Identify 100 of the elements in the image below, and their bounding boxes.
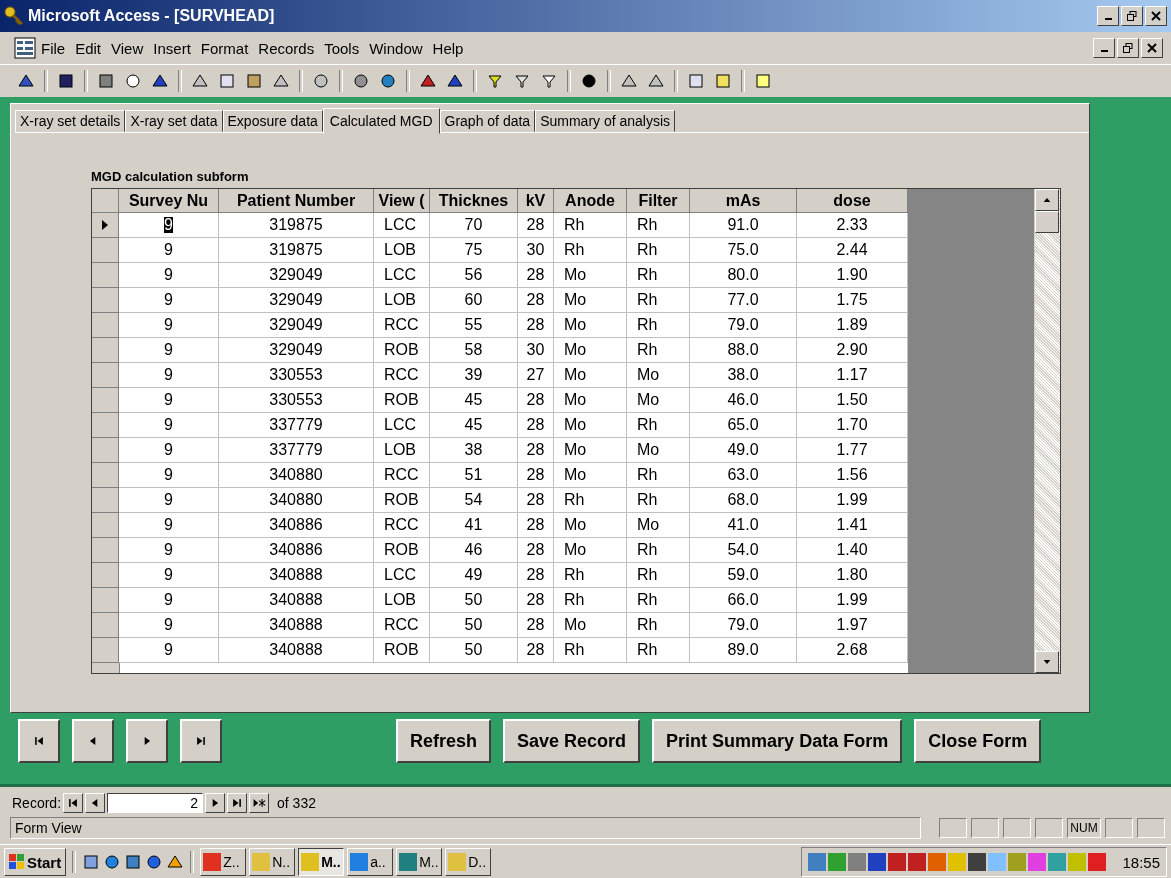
form-icon[interactable] xyxy=(14,37,36,59)
tray-icon[interactable] xyxy=(888,853,907,871)
table-cell: Mo xyxy=(554,263,627,288)
table-cell: 329049 xyxy=(219,338,374,363)
column-header[interactable]: dose xyxy=(797,189,908,213)
filter-form-icon[interactable] xyxy=(513,72,531,90)
menu-item[interactable]: Tools xyxy=(319,37,365,59)
table-cell: 28 xyxy=(518,538,554,563)
filter-selection-icon[interactable] xyxy=(486,72,504,90)
table-cell: Rh xyxy=(554,588,627,613)
menu-item[interactable]: Help xyxy=(427,37,469,59)
table-cell: 9 xyxy=(119,488,219,513)
column-header[interactable]: Thicknes xyxy=(430,189,518,213)
table-cell: Mo xyxy=(554,363,627,388)
column-header[interactable]: Anode xyxy=(554,189,627,213)
table-cell: Rh xyxy=(627,463,690,488)
form-button[interactable]: Save Record xyxy=(503,719,641,763)
current-record-icon xyxy=(100,219,110,231)
minimize-button[interactable] xyxy=(1097,6,1119,26)
table-cell: 28 xyxy=(518,638,554,663)
tray-icon[interactable] xyxy=(868,853,887,871)
taskbar-button[interactable]: N.. xyxy=(249,848,296,876)
table-cell: 9 xyxy=(119,338,219,363)
table-cell: 54.0 xyxy=(690,538,797,563)
table-cell: 329049 xyxy=(219,288,374,313)
minimize-icon xyxy=(1104,18,1112,20)
record-number-field[interactable]: 2 xyxy=(107,793,204,813)
tab[interactable]: Exposure data xyxy=(222,110,323,132)
taskbar-button[interactable]: a.. xyxy=(347,848,394,876)
tab[interactable]: Summary of analysis xyxy=(535,110,676,132)
record-selector[interactable] xyxy=(92,213,119,238)
form-button[interactable]: Print Summary Data Form xyxy=(652,719,903,763)
close-button[interactable] xyxy=(1141,38,1163,58)
table-cell: 9 xyxy=(119,563,219,588)
menu-item[interactable]: View xyxy=(106,37,149,59)
table-cell: 41.0 xyxy=(690,513,797,538)
tray-icon[interactable] xyxy=(1088,853,1107,871)
taskbar-button[interactable]: D.. xyxy=(445,848,492,876)
tab[interactable]: Calculated MGD xyxy=(322,108,440,134)
previous-record-button[interactable] xyxy=(85,793,106,813)
table-cell: Rh xyxy=(554,563,627,588)
scroll-thumb[interactable] xyxy=(1035,211,1059,233)
table-cell: 340888 xyxy=(219,563,374,588)
app-icon xyxy=(203,853,222,871)
table-cell: 9 xyxy=(119,638,219,663)
column-header[interactable]: Patient Number xyxy=(219,189,374,213)
table-cell: 65.0 xyxy=(690,413,797,438)
tab[interactable]: Graph of data xyxy=(439,110,536,132)
table-cell: 46 xyxy=(430,538,518,563)
column-header[interactable]: mAs xyxy=(690,189,797,213)
status-panel xyxy=(939,818,967,838)
table-cell: 50 xyxy=(430,638,518,663)
tray-icon[interactable] xyxy=(968,853,987,871)
close-icon xyxy=(1147,43,1157,53)
new-record-button[interactable] xyxy=(249,793,270,813)
next-record-button[interactable] xyxy=(126,719,168,763)
table-cell: 79.0 xyxy=(690,313,797,338)
restore-button[interactable] xyxy=(1117,38,1139,58)
menu-item[interactable]: Records xyxy=(253,37,320,59)
table-cell: 9 xyxy=(119,238,219,263)
column-header[interactable]: kV xyxy=(518,189,554,213)
next-record-button[interactable] xyxy=(205,793,226,813)
menu-item[interactable]: File xyxy=(36,37,71,59)
table-cell: 66.0 xyxy=(690,588,797,613)
tray-icon[interactable] xyxy=(908,853,927,871)
vertical-scrollbar[interactable] xyxy=(1034,189,1060,673)
table-cell: 9 xyxy=(119,388,219,413)
last-record-button[interactable] xyxy=(227,793,248,813)
tab[interactable]: X-ray set details xyxy=(15,110,126,132)
status-panel xyxy=(1035,818,1063,838)
taskbar-button[interactable]: M.. xyxy=(298,848,345,876)
table-cell: 9 xyxy=(119,288,219,313)
table-cell: 59.0 xyxy=(690,563,797,588)
filter-icon[interactable] xyxy=(540,72,558,90)
tab[interactable]: X-ray set data xyxy=(125,110,223,132)
table-cell: 39 xyxy=(430,363,518,388)
previous-record-button[interactable] xyxy=(72,719,114,763)
menu-item[interactable]: Format xyxy=(195,37,254,59)
minimize-icon xyxy=(1100,50,1108,52)
start-button[interactable]: Start xyxy=(4,848,67,876)
first-record-button[interactable] xyxy=(18,719,60,763)
menu-item[interactable]: Insert xyxy=(148,37,196,59)
close-button[interactable] xyxy=(1145,6,1167,26)
form-button[interactable]: Refresh xyxy=(396,719,492,763)
taskbar-button[interactable]: M.. xyxy=(396,848,443,876)
menu-item[interactable]: Edit xyxy=(70,37,107,59)
table-cell: 9 xyxy=(119,538,219,563)
table-cell: 55 xyxy=(430,313,518,338)
last-record-button[interactable] xyxy=(180,719,222,763)
taskbar-button[interactable]: Z.. xyxy=(200,848,247,876)
table-cell: Mo xyxy=(554,513,627,538)
menu-item[interactable]: Window xyxy=(364,37,428,59)
table-cell: 319875 xyxy=(219,238,374,263)
restore-button[interactable] xyxy=(1121,6,1143,26)
form-button[interactable]: Close Form xyxy=(914,719,1042,763)
first-record-button[interactable] xyxy=(63,793,84,813)
column-header[interactable]: Survey Nu xyxy=(119,189,219,213)
column-header[interactable]: View ( xyxy=(374,189,430,213)
column-header[interactable]: Filter xyxy=(627,189,690,213)
minimize-button[interactable] xyxy=(1093,38,1115,58)
